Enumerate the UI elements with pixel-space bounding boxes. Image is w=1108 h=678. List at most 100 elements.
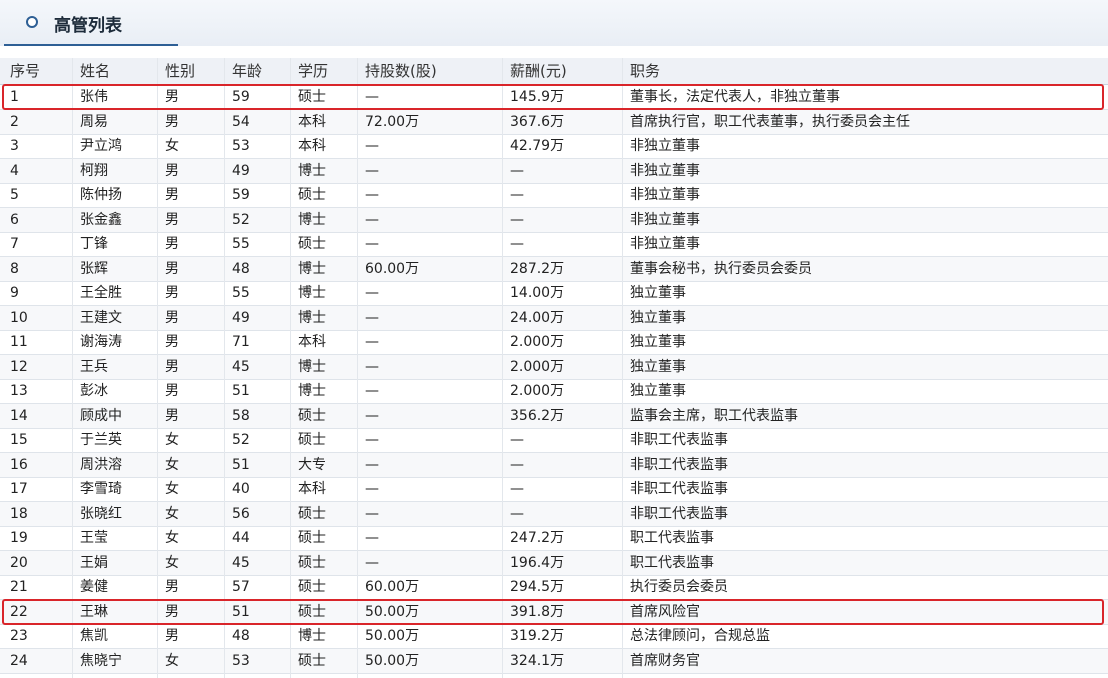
col-salary: 196.4万: [510, 554, 565, 571]
col-gender: 女: [165, 652, 179, 669]
col-education: 博士: [298, 358, 326, 375]
table-row[interactable]: 2 周易 男 54 本科 72.00万 367.6万 首席执行官，职工代表董事，执行委员会主任: [0, 109, 1108, 135]
col-age: 54: [232, 113, 250, 130]
table-row[interactable]: 14 顾成中 男 58 硕士 — 356.2万 监事会主席，职工代表监事: [0, 403, 1108, 429]
table-row[interactable]: 20 王娟 女 45 硕士 — 196.4万 职工代表监事: [0, 550, 1108, 576]
col-shares: —: [365, 162, 379, 179]
col-gender: 男: [165, 407, 179, 424]
col-position: 首席财务官: [630, 652, 700, 669]
table-header: 序号 姓名 性别 年龄 学历 持股数(股) 薪酬(元) 职务: [0, 58, 1108, 85]
table-row[interactable]: 9 王全胜 男 55 博士 — 14.00万 独立董事: [0, 281, 1108, 306]
col-gender: 男: [165, 260, 179, 277]
col-position: 总法律顾问，合规总监: [630, 628, 770, 644]
col-education: 博士: [298, 211, 326, 228]
col-shares: —: [365, 481, 379, 497]
col-shares: —: [365, 309, 379, 326]
col-position: 职工代表监事: [630, 530, 714, 546]
col-position: 首席执行官，职工代表董事，执行委员会主任: [630, 113, 910, 130]
col-age: 59: [232, 89, 250, 105]
col-shares: 60.00万: [365, 260, 420, 277]
col-education: 博士: [298, 260, 326, 277]
col-shares: —: [365, 554, 379, 571]
col-position: 独立董事: [630, 285, 686, 301]
col-name: 于兰英: [80, 432, 122, 448]
col-name: 彭冰: [80, 383, 108, 399]
col-index: 3: [10, 138, 19, 154]
col-position: 董事会秘书，执行委员会委员: [630, 260, 812, 277]
col-gender: 男: [165, 309, 179, 326]
col-shares: 60.00万: [365, 579, 420, 595]
col-index: 1: [10, 89, 19, 105]
col-age: 58: [232, 407, 250, 424]
col-salary: —: [510, 505, 524, 522]
col-index: 19: [10, 530, 28, 546]
col-age: 51: [232, 383, 250, 399]
col-age: 52: [232, 432, 250, 448]
header-col-position: 职务: [630, 62, 661, 80]
col-age: 51: [232, 603, 250, 620]
table-row[interactable]: 16 周洪溶 女 51 大专 — — 非职工代表监事: [0, 452, 1108, 478]
col-age: 51: [232, 456, 250, 473]
table-row[interactable]: 4 柯翔 男 49 博士 — — 非独立董事: [0, 158, 1108, 184]
col-position: 非职工代表监事: [630, 481, 728, 497]
table-row[interactable]: 18 张晓红 女 56 硕士 — — 非职工代表监事: [0, 501, 1108, 527]
table-row[interactable]: 19 王莹 女 44 硕士 — 247.2万 职工代表监事: [0, 526, 1108, 551]
table-row[interactable]: 22 王琳 男 51 硕士 50.00万 391.8万 首席风险官: [0, 599, 1108, 625]
table-row[interactable]: 1 张伟 男 59 硕士 — 145.9万 董事长，法定代表人，非独立董事: [0, 85, 1108, 110]
col-gender: 男: [165, 162, 179, 179]
table-row[interactable]: 6 张金鑫 男 52 博士 — — 非独立董事: [0, 207, 1108, 233]
col-name: 张辉: [80, 260, 108, 277]
col-gender: 男: [165, 603, 179, 620]
col-name: 王娟: [80, 554, 108, 571]
col-salary: 2.000万: [510, 358, 565, 375]
col-shares: —: [365, 456, 379, 473]
col-gender: 男: [165, 285, 179, 301]
col-salary: 287.2万: [510, 260, 565, 277]
col-name: 王琳: [80, 603, 108, 620]
col-salary: 14.00万: [510, 285, 565, 301]
column-separator: [622, 58, 623, 678]
col-position: 职工代表监事: [630, 554, 714, 571]
col-salary: 2.000万: [510, 383, 565, 399]
col-education: 硕士: [298, 505, 326, 522]
col-name: 丁锋: [80, 236, 108, 252]
table-row[interactable]: 12 王兵 男 45 博士 — 2.000万 独立董事: [0, 354, 1108, 380]
table-row[interactable]: 3 尹立鸿 女 53 本科 — 42.79万 非独立董事: [0, 134, 1108, 159]
table-row[interactable]: 15 于兰英 女 52 硕士 — — 非职工代表监事: [0, 428, 1108, 453]
table-row[interactable]: 24 焦晓宁 女 53 硕士 50.00万 324.1万 首席财务官: [0, 648, 1108, 674]
table-row[interactable]: 21 姜健 男 57 硕士 60.00万 294.5万 执行委员会委员: [0, 575, 1108, 600]
col-age: 49: [232, 162, 250, 179]
table-row[interactable]: 7 丁锋 男 55 硕士 — — 非独立董事: [0, 232, 1108, 257]
table-row[interactable]: 8 张辉 男 48 博士 60.00万 287.2万 董事会秘书，执行委员会委员: [0, 256, 1108, 282]
col-shares: —: [365, 236, 379, 252]
col-salary: —: [510, 432, 524, 448]
table-row[interactable]: 11 谢海涛 男 71 本科 — 2.000万 独立董事: [0, 330, 1108, 355]
table-row[interactable]: 10 王建文 男 49 博士 — 24.00万 独立董事: [0, 305, 1108, 331]
col-age: 59: [232, 187, 250, 203]
header-col-salary: 薪酬(元): [510, 62, 567, 80]
col-shares: —: [365, 89, 379, 105]
header-col-gender: 性别: [165, 62, 196, 80]
table-row[interactable]: 17 李雪琦 女 40 本科 — — 非职工代表监事: [0, 477, 1108, 502]
col-index: 9: [10, 285, 19, 301]
col-name: 陈仲扬: [80, 187, 122, 203]
table-row[interactable]: 13 彭冰 男 51 博士 — 2.000万 独立董事: [0, 379, 1108, 404]
col-gender: 男: [165, 89, 179, 105]
col-index: 11: [10, 334, 28, 350]
col-education: 大专: [298, 456, 326, 473]
col-shares: —: [365, 432, 379, 448]
col-index: 21: [10, 579, 28, 595]
col-shares: —: [365, 285, 379, 301]
col-shares: —: [365, 407, 379, 424]
col-position: 非职工代表监事: [630, 456, 728, 473]
table-row[interactable]: 5 陈仲扬 男 59 硕士 — — 非独立董事: [0, 183, 1108, 208]
col-age: 48: [232, 628, 250, 644]
table-row[interactable]: 23 焦凯 男 48 博士 50.00万 319.2万 总法律顾问，合规总监: [0, 624, 1108, 649]
col-index: 2: [10, 113, 19, 130]
col-index: 22: [10, 603, 28, 620]
col-education: 本科: [298, 334, 326, 350]
col-index: 16: [10, 456, 28, 473]
col-index: 6: [10, 211, 19, 228]
col-education: 博士: [298, 309, 326, 326]
col-age: 48: [232, 260, 250, 277]
